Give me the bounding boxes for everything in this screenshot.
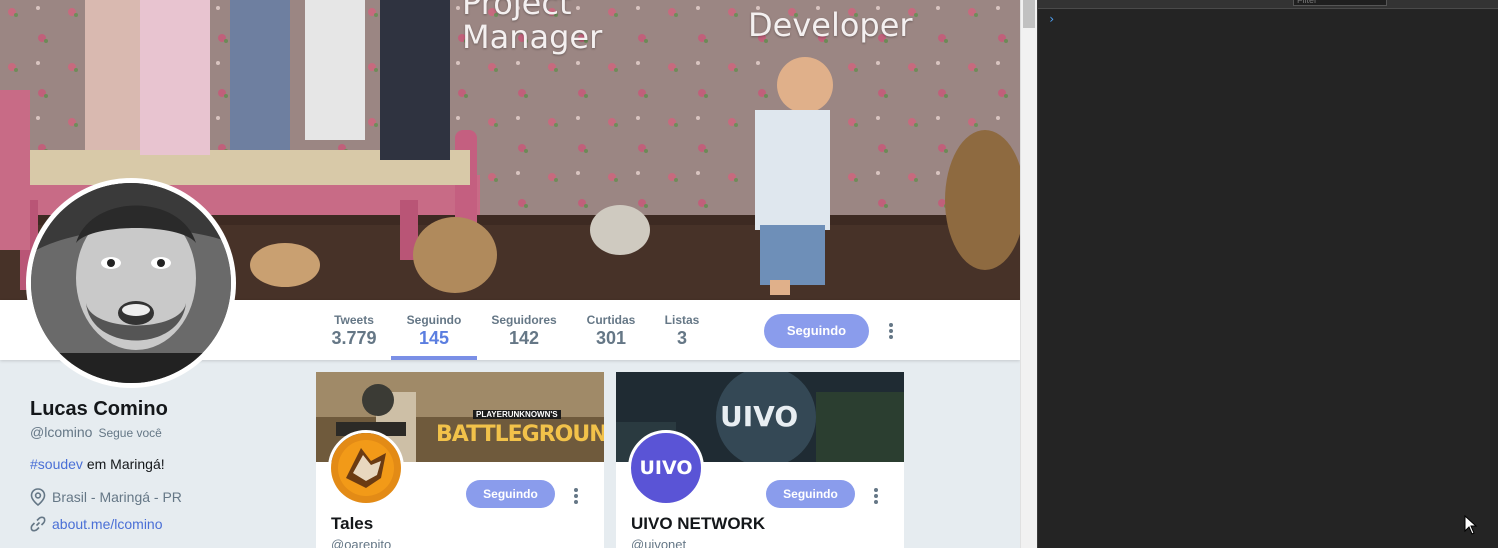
- location-text: Brasil - Maringá - PR: [52, 489, 182, 505]
- website-link[interactable]: about.me/lcomino: [52, 516, 163, 532]
- stat-value: 3: [676, 328, 687, 348]
- stat-value: 3.779: [331, 328, 377, 348]
- devtools-console-panel: ›: [1037, 0, 1498, 548]
- stat-label: Seguidores: [491, 313, 557, 327]
- following-button[interactable]: Seguindo: [764, 314, 869, 348]
- card-avatar[interactable]: UIVO: [628, 430, 704, 506]
- more-options-icon[interactable]: [886, 322, 896, 340]
- stat-label: Tweets: [334, 313, 374, 327]
- profile-website: about.me/lcomino: [30, 516, 300, 532]
- screen: Project Manager Developer Tweets 3.779 S…: [0, 0, 1498, 548]
- following-card[interactable]: UIVO UIVO Seguindo UIVO NETWORK @uivonet: [616, 372, 904, 548]
- profile-location: Brasil - Maringá - PR: [30, 488, 300, 506]
- devtools-toolbar: [1038, 0, 1498, 9]
- stat-value: 301: [595, 328, 627, 348]
- location-pin-icon: [30, 488, 46, 506]
- stat-value: 142: [508, 328, 540, 348]
- follows-you-badge: Segue você: [98, 426, 162, 440]
- avatar-photo: [31, 183, 231, 383]
- scrollbar-thumb[interactable]: [1023, 0, 1035, 28]
- card-following-button[interactable]: Seguindo: [466, 480, 555, 508]
- card-banner-title: BATTLEGROUNDS: [436, 422, 604, 447]
- card-name[interactable]: UIVO NETWORK: [631, 514, 765, 534]
- banner-text-developer: Developer: [748, 6, 913, 44]
- card-more-options-icon[interactable]: [571, 487, 581, 505]
- stat-label: Listas: [664, 313, 700, 327]
- mouse-cursor-icon: [1464, 515, 1478, 535]
- stat-lists[interactable]: Listas 3: [663, 313, 701, 349]
- stat-value: 145: [418, 328, 450, 348]
- card-avatar-logo: UIVO: [639, 457, 693, 479]
- card-handle[interactable]: @uivonet: [631, 537, 686, 548]
- profile-sidebar: Lucas Comino @lcomino Segue você #soudev …: [30, 398, 300, 532]
- card-handle[interactable]: @oarepito: [331, 537, 391, 548]
- card-banner-subtitle: PLAYERUNKNOWN'S: [473, 410, 561, 419]
- page-scrollbar[interactable]: [1020, 0, 1037, 548]
- console-prompt[interactable]: ›: [1048, 12, 1055, 26]
- profile-name[interactable]: Lucas Comino: [30, 398, 300, 421]
- console-filter-input[interactable]: [1293, 0, 1387, 6]
- card-following-button[interactable]: Seguindo: [766, 480, 855, 508]
- card-banner-title: UIVO: [720, 400, 799, 433]
- bio-text: em Maringá!: [82, 456, 165, 472]
- stat-following[interactable]: Seguindo 145: [402, 313, 466, 349]
- card-more-options-icon[interactable]: [871, 487, 881, 505]
- stat-label: Curtidas: [586, 313, 636, 327]
- profile-avatar[interactable]: [26, 178, 236, 388]
- profile-handle-row: @lcomino Segue você: [30, 424, 300, 440]
- card-avatar[interactable]: [328, 430, 404, 506]
- following-card[interactable]: PLAYERUNKNOWN'S BATTLEGROUNDS Seguindo T…: [316, 372, 604, 548]
- stat-tweets[interactable]: Tweets 3.779: [330, 313, 378, 349]
- card-name[interactable]: Tales: [331, 514, 373, 534]
- profile-handle[interactable]: @lcomino: [30, 424, 92, 440]
- profile-bio: #soudev em Maringá!: [30, 456, 300, 472]
- twitter-profile-page: Project Manager Developer Tweets 3.779 S…: [0, 0, 1020, 548]
- stat-label: Seguindo: [406, 313, 462, 327]
- bio-hashtag-link[interactable]: #soudev: [30, 456, 83, 472]
- link-icon: [30, 516, 46, 532]
- active-tab-indicator: [391, 356, 477, 360]
- banner-text-project-manager: Project Manager: [462, 0, 603, 56]
- stat-followers[interactable]: Seguidores 142: [489, 313, 559, 349]
- stat-likes[interactable]: Curtidas 301: [584, 313, 638, 349]
